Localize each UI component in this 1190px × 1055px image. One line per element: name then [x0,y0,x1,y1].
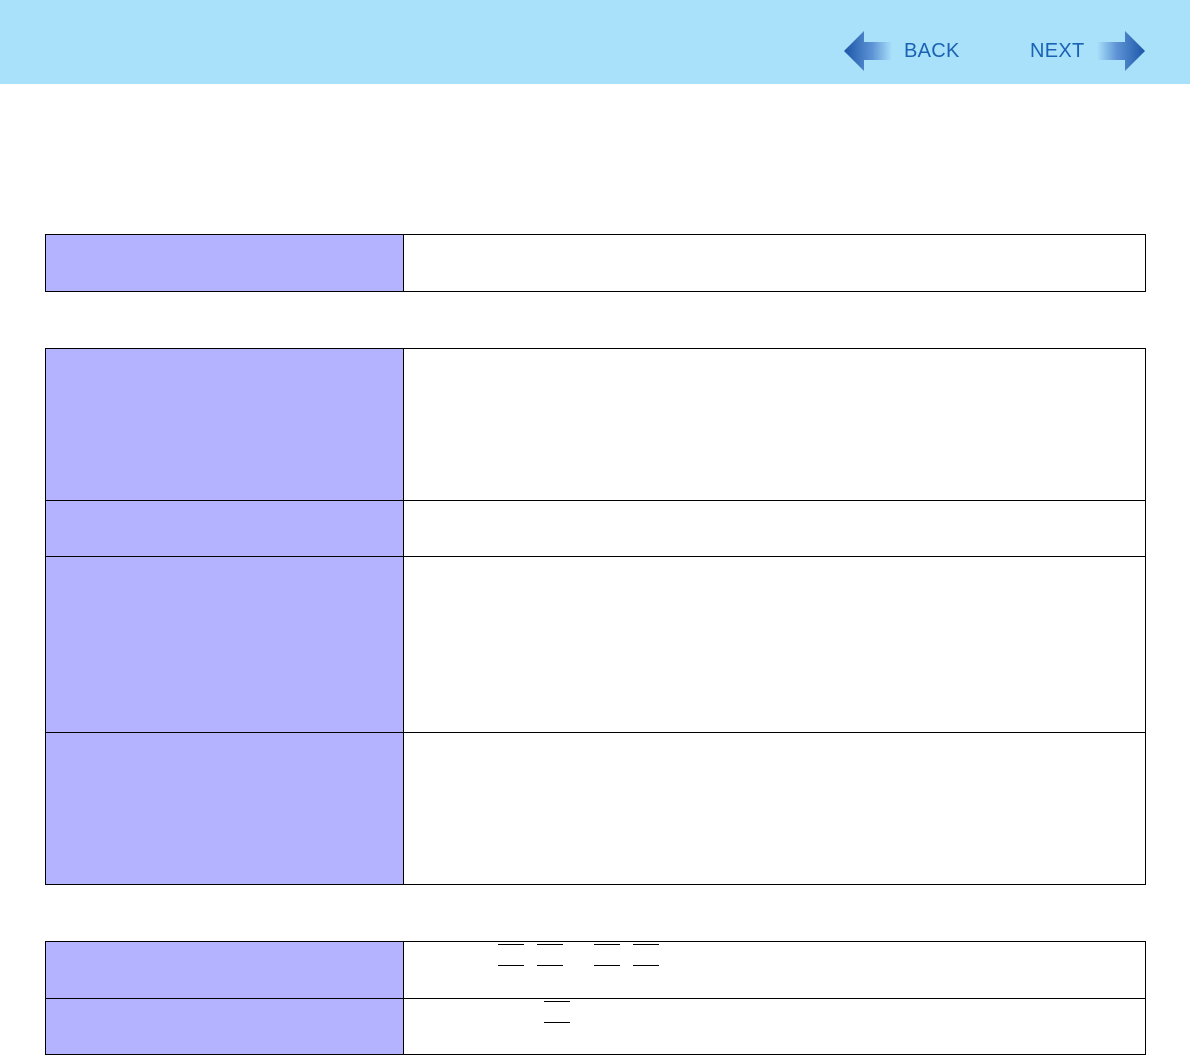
key-cap-line [594,944,620,945]
spec-table-2 [45,348,1146,885]
spec-table-1 [45,234,1146,292]
table-row [45,348,1146,501]
row-label-cell [45,556,404,733]
right-arrow-icon [1096,28,1147,74]
key-cap-line [633,965,659,966]
row-value-cell [403,348,1146,501]
key-cap-line [544,1001,570,1002]
next-button[interactable]: NEXT [1030,28,1147,74]
left-arrow-icon [842,28,892,74]
row-label-cell [45,732,404,885]
key-cap-line [537,965,563,966]
table-row [45,556,1146,733]
back-label: BACK [904,39,960,62]
spec-table-3 [45,941,1146,1055]
key-cap-line [498,965,524,966]
row-value-cell [403,732,1146,885]
row-label-cell [45,500,404,557]
row-value-cell [403,998,1146,1055]
key-cap-line [537,944,563,945]
table-row [45,500,1146,557]
row-value-cell [403,556,1146,733]
row-label-cell [45,234,404,292]
key-cap-line [633,944,659,945]
header-bar: BACK NEXT [0,0,1190,84]
key-cap-line [498,944,524,945]
table-row [45,941,1146,999]
back-button[interactable]: BACK [842,28,960,74]
row-label-cell [45,941,404,999]
next-label: NEXT [1030,39,1085,62]
key-cap-line [594,965,620,966]
row-label-cell [45,348,404,501]
row-label-cell [45,998,404,1055]
table-row [45,732,1146,885]
key-cap-line [544,1022,570,1023]
row-value-cell [403,234,1146,292]
table-row [45,234,1146,292]
table-row [45,998,1146,1055]
row-value-cell [403,500,1146,557]
row-value-cell [403,941,1146,999]
